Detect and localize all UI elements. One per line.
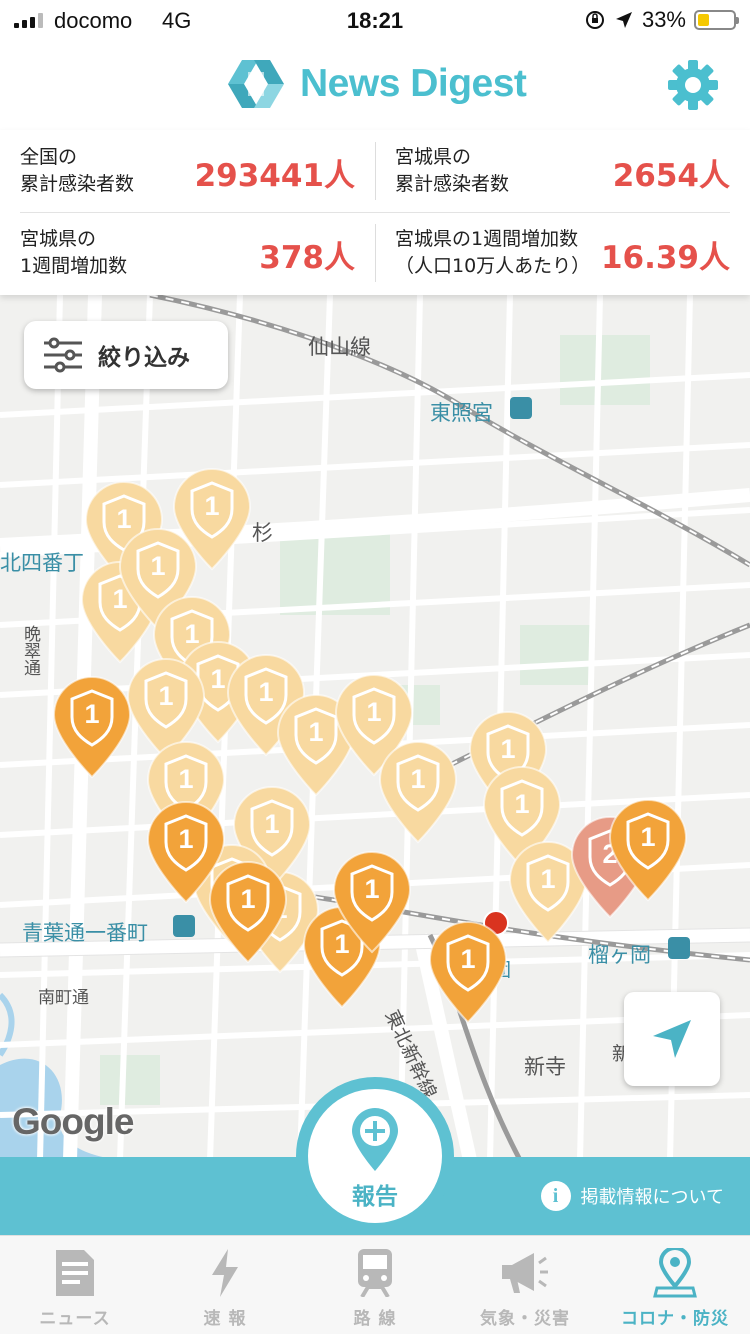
pin-count: 1 — [150, 551, 166, 581]
infection-stats-panel: 全国の 累計感染者数 293441人 宮城県の 累計感染者数 2654人 宮城県… — [0, 130, 750, 295]
pin-count: 1 — [84, 699, 100, 729]
status-bar: docomo 4G 18:21 33% — [0, 0, 750, 40]
divider — [375, 142, 376, 200]
map-label-sugi: 杉 — [252, 521, 273, 545]
info-label: 掲載情報について — [580, 1187, 724, 1208]
map-pin-icon — [650, 1248, 700, 1298]
filter-button[interactable]: 絞り込み — [24, 321, 228, 389]
news-icon — [50, 1248, 100, 1298]
stat-value: 2654人 — [612, 158, 730, 194]
map-label-kitayobancho: 北四番丁 — [0, 551, 84, 575]
report-label: 報告 — [352, 1184, 398, 1210]
app-title: News Digest — [300, 62, 527, 105]
info-icon: i — [540, 1181, 571, 1211]
case-pin[interactable]: 1 — [606, 798, 690, 902]
add-location-icon — [352, 1108, 398, 1171]
location-arrow-icon — [653, 1020, 691, 1058]
case-pin[interactable]: 1 — [376, 740, 460, 844]
tab-breaking[interactable]: 速 報 — [150, 1236, 300, 1334]
tab-news[interactable]: ニュース — [0, 1236, 150, 1334]
tab-label: ニュース — [39, 1309, 111, 1329]
case-pin[interactable]: 1 — [206, 860, 290, 964]
tab-corona-disaster[interactable]: コロナ・防災 — [600, 1236, 750, 1334]
news-digest-logo-icon — [228, 60, 284, 108]
tab-bar: ニュース 速 報 路 線 気象・災害 コロナ・防災 — [0, 1235, 750, 1334]
pin-count: 1 — [410, 764, 426, 794]
megaphone-icon — [500, 1248, 550, 1298]
train-icon — [350, 1248, 400, 1298]
stat-value: 293441人 — [194, 158, 355, 194]
lightning-icon — [200, 1248, 250, 1298]
pin-count: 1 — [264, 809, 280, 839]
case-pin[interactable]: 1 — [426, 920, 510, 1024]
report-button[interactable]: 報告 — [296, 1077, 454, 1235]
stat-miyagi-weekly: 宮城県の 1週間増加数 378人 — [0, 212, 375, 294]
google-attribution: Google — [12, 1101, 134, 1142]
pin-count: 1 — [640, 822, 656, 852]
divider — [375, 224, 376, 282]
tab-weather-disaster[interactable]: 気象・災害 — [450, 1236, 600, 1334]
filter-label: 絞り込み — [98, 345, 190, 371]
tab-train[interactable]: 路 線 — [300, 1236, 450, 1334]
stat-national-total: 全国の 累計感染者数 293441人 — [0, 130, 375, 212]
sliders-icon — [44, 337, 82, 373]
map-label-shinji: 新寺 — [524, 1055, 566, 1079]
tab-label: 路 線 — [353, 1309, 397, 1329]
map-label-minamimachi: 南町通 — [38, 988, 89, 1008]
stat-label: 宮城県の 累計感染者数 — [395, 146, 510, 195]
battery-icon — [694, 10, 739, 30]
locate-me-button[interactable] — [624, 992, 720, 1086]
app-logo: News Digest — [224, 56, 527, 112]
map-label-tsutsujigaoka: 榴ヶ岡 — [588, 943, 651, 967]
map-label-senzan-line: 仙山線 — [308, 335, 371, 359]
pin-count: 1 — [204, 491, 220, 521]
pin-count: 1 — [500, 734, 516, 764]
pin-count: 1 — [178, 824, 194, 854]
battery-percent: 33% — [641, 7, 686, 32]
pin-count: 1 — [366, 697, 382, 727]
pin-count: 1 — [240, 884, 256, 914]
tab-label: 気象・災害 — [480, 1309, 570, 1329]
stat-miyagi-total: 宮城県の 累計感染者数 2654人 — [375, 130, 750, 212]
stat-label: 全国の 累計感染者数 — [20, 146, 135, 195]
info-link[interactable]: i 掲載情報について — [540, 1181, 724, 1211]
tab-label: 速 報 — [203, 1309, 247, 1329]
tab-label: コロナ・防災 — [621, 1309, 729, 1329]
pin-count: 1 — [364, 874, 380, 904]
stat-value: 378人 — [259, 240, 355, 276]
location-services-icon — [615, 12, 632, 28]
case-pin[interactable]: 1 — [330, 850, 414, 954]
stat-label: 宮城県の1週間増加数 （人口10万人あたり） — [395, 228, 591, 277]
map-label-toshogu: 東照宮 — [430, 401, 493, 425]
pin-count: 1 — [158, 681, 174, 711]
map-view[interactable]: 仙山線 東照宮 北四番丁 杉 晩翠通 青葉通一番町 榴ヶ岡 南町通 東北新幹線 … — [0, 295, 750, 1160]
stat-value: 16.39人 — [600, 240, 730, 276]
pin-count: 1 — [514, 789, 530, 819]
divider — [20, 212, 730, 213]
pin-count: 1 — [178, 764, 194, 794]
orientation-lock-icon — [585, 11, 604, 29]
app-header: News Digest — [0, 40, 750, 130]
case-pin[interactable]: 1 — [50, 675, 134, 779]
map-label-aoba-ichibancho: 青葉通一番町 — [22, 921, 148, 945]
gear-icon[interactable] — [666, 58, 720, 112]
stat-miyagi-weekly-per-capita: 宮城県の1週間増加数 （人口10万人あたり） 16.39人 — [375, 212, 750, 294]
pin-count: 1 — [460, 944, 476, 974]
stat-label: 宮城県の 1週間増加数 — [20, 228, 128, 277]
map-label-banshodori: 晩翠通 — [20, 625, 40, 676]
